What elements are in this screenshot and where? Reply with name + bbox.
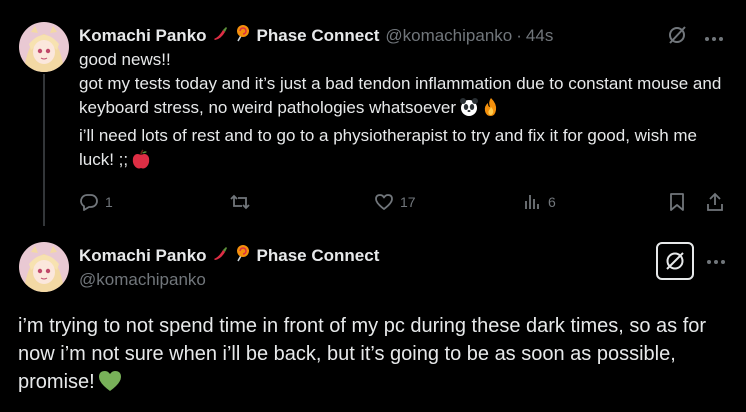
display-name[interactable]: Komachi Panko xyxy=(79,25,207,47)
affiliation[interactable]: Phase Connect xyxy=(257,245,380,267)
tweet-1[interactable]: Komachi Panko Phase Connect @komachipank… xyxy=(0,0,746,228)
more-icon xyxy=(707,260,725,264)
tweet-2[interactable]: Komachi Panko Phase Connect @komachipank… xyxy=(0,228,746,412)
tweet-1-top-actions xyxy=(666,24,724,51)
thread-line xyxy=(43,74,45,226)
chili-pepper-icon xyxy=(211,244,229,268)
views-count: 6 xyxy=(548,194,556,210)
views-icon xyxy=(525,195,539,209)
red-apple-icon xyxy=(131,149,151,176)
chili-pepper-icon xyxy=(211,24,229,48)
like-button[interactable]: 17 xyxy=(374,192,416,212)
share-icon xyxy=(707,192,723,211)
handle[interactable]: @komachipanko xyxy=(385,25,512,47)
handle[interactable]: @komachipanko xyxy=(79,270,206,290)
like-icon xyxy=(375,194,393,210)
affiliation[interactable]: Phase Connect xyxy=(257,25,380,47)
reply-count: 1 xyxy=(105,194,113,210)
more-icon[interactable] xyxy=(704,29,724,47)
like-count: 17 xyxy=(400,194,416,210)
tweet-1-header: Komachi Panko Phase Connect @komachipank… xyxy=(79,24,553,48)
grok-button[interactable] xyxy=(656,242,694,280)
tweet-line: good news!! xyxy=(79,50,171,69)
grok-icon xyxy=(666,252,684,270)
tweet-2-text: i’m trying to not spend time in front of… xyxy=(18,312,730,400)
separator: · xyxy=(516,26,522,45)
lollipop-icon xyxy=(233,244,251,268)
fire-icon xyxy=(482,97,500,124)
timestamp[interactable]: 44s xyxy=(526,25,553,47)
display-name[interactable]: Komachi Panko xyxy=(79,245,207,267)
panda-face-icon xyxy=(459,97,479,124)
avatar[interactable] xyxy=(19,242,69,292)
repost-icon xyxy=(230,194,250,210)
tweet-1-text: good news!! got my tests today and it’s … xyxy=(79,48,729,176)
lollipop-icon xyxy=(233,24,251,48)
tweet-1-action-bar: 1 17 6 xyxy=(79,192,729,216)
reply-icon xyxy=(80,194,98,211)
views-button[interactable]: 6 xyxy=(522,192,556,212)
avatar[interactable] xyxy=(19,22,69,72)
tweet-line: got my tests today and it’s just a bad t… xyxy=(79,72,729,124)
more-button[interactable] xyxy=(706,252,726,270)
repost-button[interactable] xyxy=(229,192,257,212)
bookmark-icon xyxy=(670,193,684,211)
tweet-2-header: Komachi Panko Phase Connect xyxy=(79,244,379,268)
reply-button[interactable]: 1 xyxy=(79,192,113,212)
green-heart-icon xyxy=(98,370,122,400)
tweet-line: i’ll need lots of rest and to go to a ph… xyxy=(79,124,729,176)
share-button[interactable] xyxy=(705,192,725,212)
grok-icon[interactable] xyxy=(666,24,688,51)
bookmark-button[interactable] xyxy=(668,192,686,212)
